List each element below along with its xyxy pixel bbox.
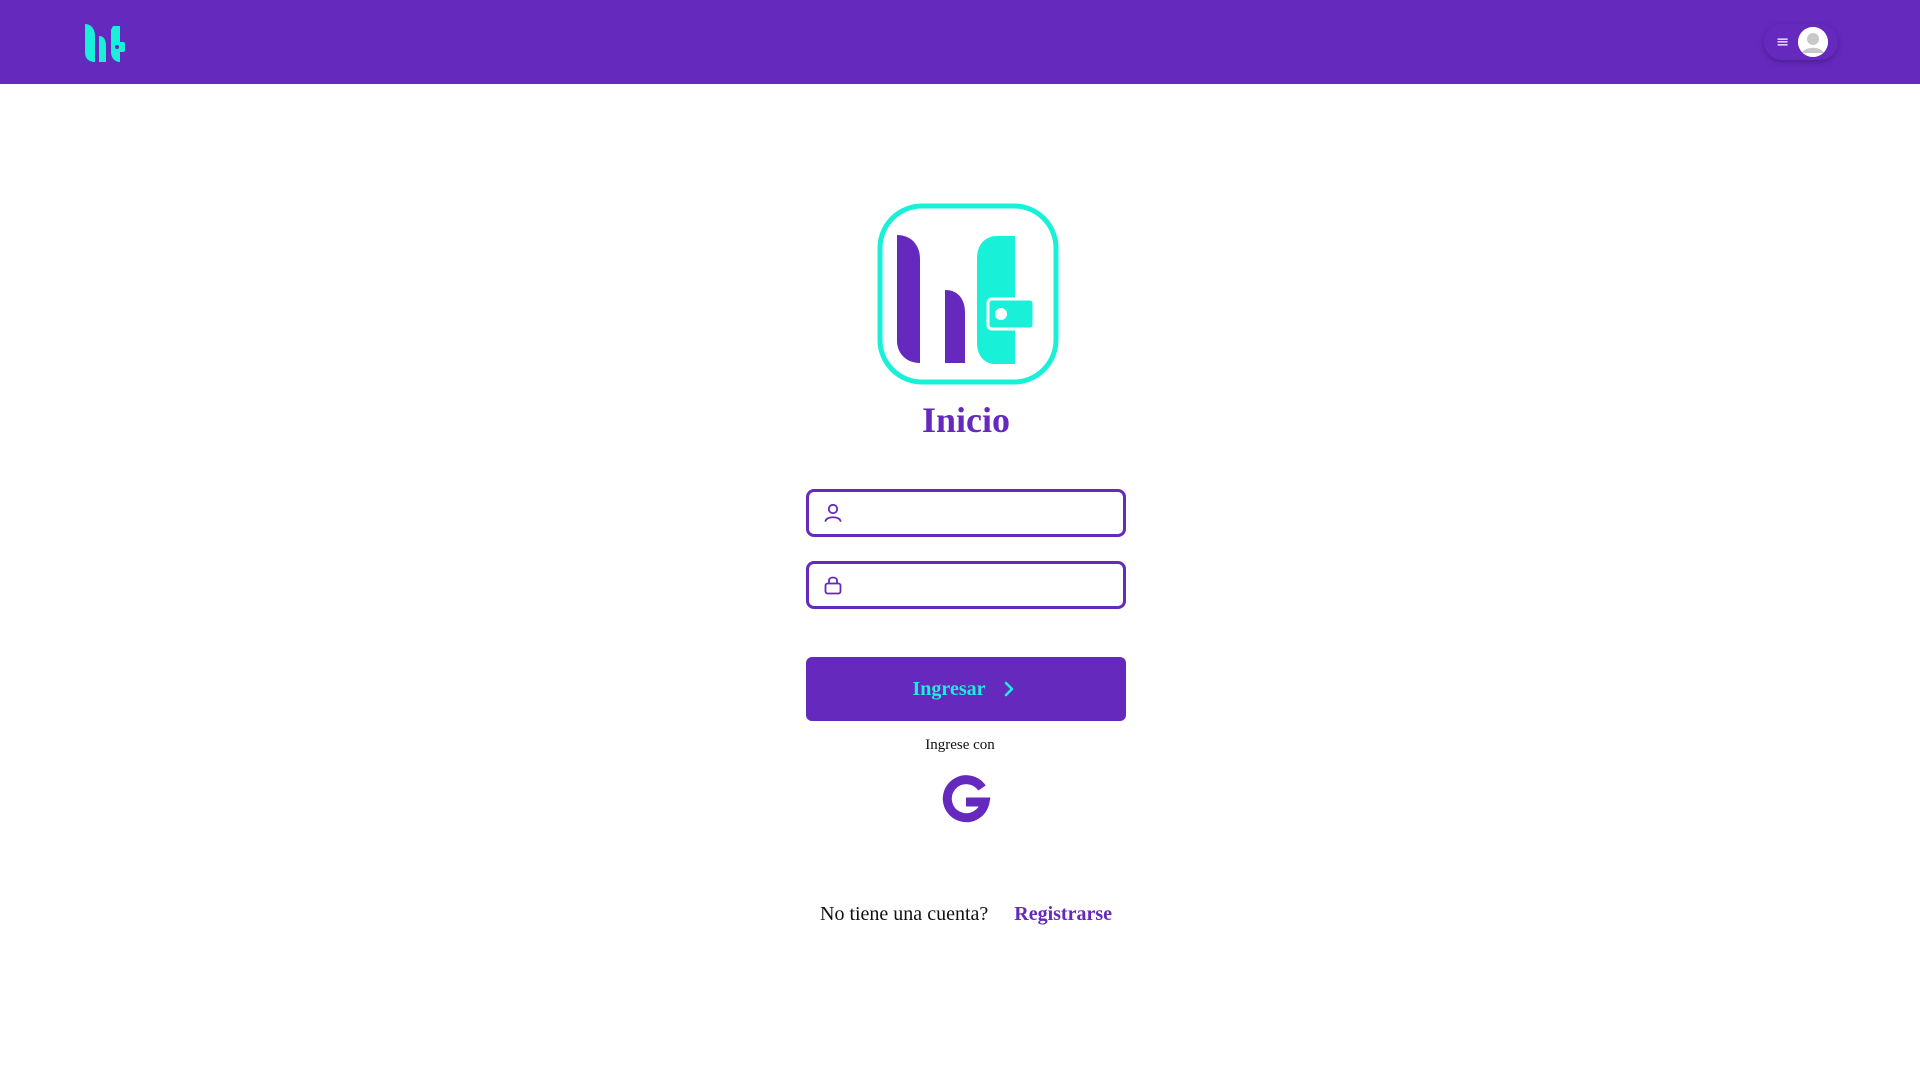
signup-prompt: No tiene una cuenta? — [820, 903, 989, 925]
login-button[interactable]: Ingresar — [806, 657, 1126, 721]
login-button-label: Ingresar — [912, 677, 986, 700]
username-field[interactable] — [806, 489, 1126, 537]
google-login-button[interactable] — [940, 773, 992, 825]
wallet-logo-icon[interactable] — [83, 22, 126, 64]
google-icon — [942, 775, 991, 823]
user-icon — [824, 503, 842, 522]
password-input[interactable] — [845, 564, 1123, 606]
brand-logo — [877, 203, 1059, 385]
username-input[interactable] — [845, 492, 1123, 534]
user-menu-button[interactable]: ≡ — [1764, 24, 1838, 60]
password-field[interactable] — [806, 561, 1126, 609]
page-title: Inicio — [921, 400, 1010, 440]
alt-login-text: Ingrese con — [925, 737, 995, 753]
hamburger-icon: ≡ — [1776, 32, 1790, 51]
chevron-right-icon — [1005, 681, 1014, 697]
lock-icon — [824, 576, 842, 595]
top-navbar: ≡ — [0, 0, 1920, 84]
signup-link[interactable]: Registrarse — [1014, 903, 1112, 926]
user-avatar-icon — [1798, 27, 1829, 57]
signup-row: No tiene una cuenta? Registrarse — [806, 903, 1126, 926]
